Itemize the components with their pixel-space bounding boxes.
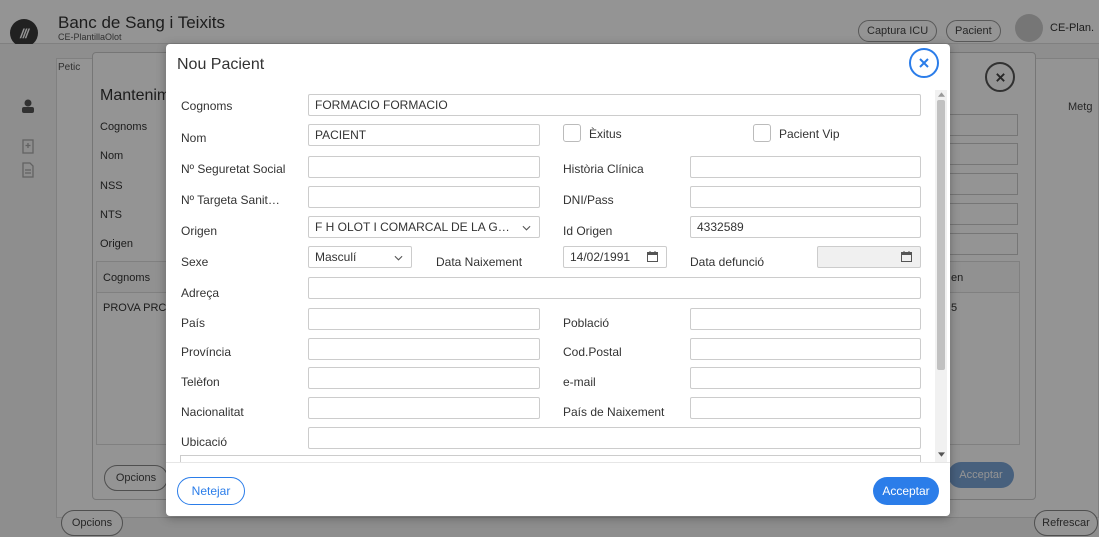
chevron-down-icon [522,225,531,231]
modal-title: Nou Pacient [177,56,265,73]
label-adreca: Adreça [181,286,220,300]
scroll-down-icon[interactable] [938,452,945,457]
label-data-defuncio: Data defunció [690,255,765,269]
data-defuncio-input [817,246,921,268]
cognoms-input[interactable]: FORMACIO FORMACIO [308,94,921,116]
origen-select[interactable]: F H OLOT I COMARCAL DE LA G… [308,216,540,238]
modal-scroll-thumb[interactable] [937,100,945,370]
label-nss: Nº Seguretat Social [181,162,286,176]
label-sexe: Sexe [181,255,209,269]
pais-naixement-input[interactable] [690,397,921,419]
pacient-vip-checkbox[interactable] [753,124,771,142]
label-cod-postal: Cod.Postal [563,345,622,359]
label-id-origen: Id Origen [563,224,613,238]
label-nom: Nom [181,131,207,145]
label-poblacio: Població [563,316,610,330]
label-pais-naixement: País de Naixement [563,405,665,419]
nss-input[interactable] [308,156,540,178]
label-pais: País [181,316,206,330]
exitus-checkbox[interactable] [563,124,581,142]
label-historia-clinica: Història Clínica [563,162,644,176]
sexe-select[interactable]: Masculí [308,246,412,268]
id-origen-input[interactable]: 4332589 [690,216,921,238]
provincia-input[interactable] [308,338,540,360]
nacionalitat-input[interactable] [308,397,540,419]
scroll-up-icon[interactable] [938,92,945,97]
label-dni: DNI/Pass [563,193,614,207]
chevron-down-icon [394,255,403,261]
nom-input[interactable]: PACIENT [308,124,540,146]
email-input[interactable] [690,367,921,389]
label-nts: Nº Targeta Sanit… [181,193,280,207]
label-provincia: Província [181,345,232,359]
label-nacionalitat: Nacionalitat [181,405,244,419]
calendar-icon [901,251,912,262]
calendar-icon[interactable] [647,251,658,262]
origen-value: F H OLOT I COMARCAL DE LA G… [315,220,510,234]
label-telefon: Telèfon [181,375,220,389]
label-data-naixement: Data Naixement [436,255,523,269]
historia-clinica-input[interactable] [690,156,921,178]
label-ubicacio: Ubicació [181,435,228,449]
modal-footer-divider [166,462,950,463]
pais-input[interactable] [308,308,540,330]
cod-postal-input[interactable] [690,338,921,360]
dni-input[interactable] [690,186,921,208]
modal-close-button[interactable] [909,48,939,78]
data-naixement-value: 14/02/1991 [570,250,631,264]
poblacio-input[interactable] [690,308,921,330]
label-origen: Origen [181,224,218,238]
label-email: e-mail [563,375,596,389]
label-exitus: Èxitus [589,127,622,141]
close-icon [919,58,929,68]
data-naixement-input[interactable]: 14/02/1991 [563,246,667,268]
adreca-input[interactable] [308,277,921,299]
netejar-button[interactable]: Netejar [177,477,245,505]
acceptar-button[interactable]: Acceptar [873,477,939,505]
label-cognoms: Cognoms [181,99,233,113]
telefon-input[interactable] [308,367,540,389]
label-pacient-vip: Pacient Vip [779,127,840,141]
ubicacio-input[interactable] [308,427,921,449]
nts-input[interactable] [308,186,540,208]
sexe-value: Masculí [315,250,357,264]
